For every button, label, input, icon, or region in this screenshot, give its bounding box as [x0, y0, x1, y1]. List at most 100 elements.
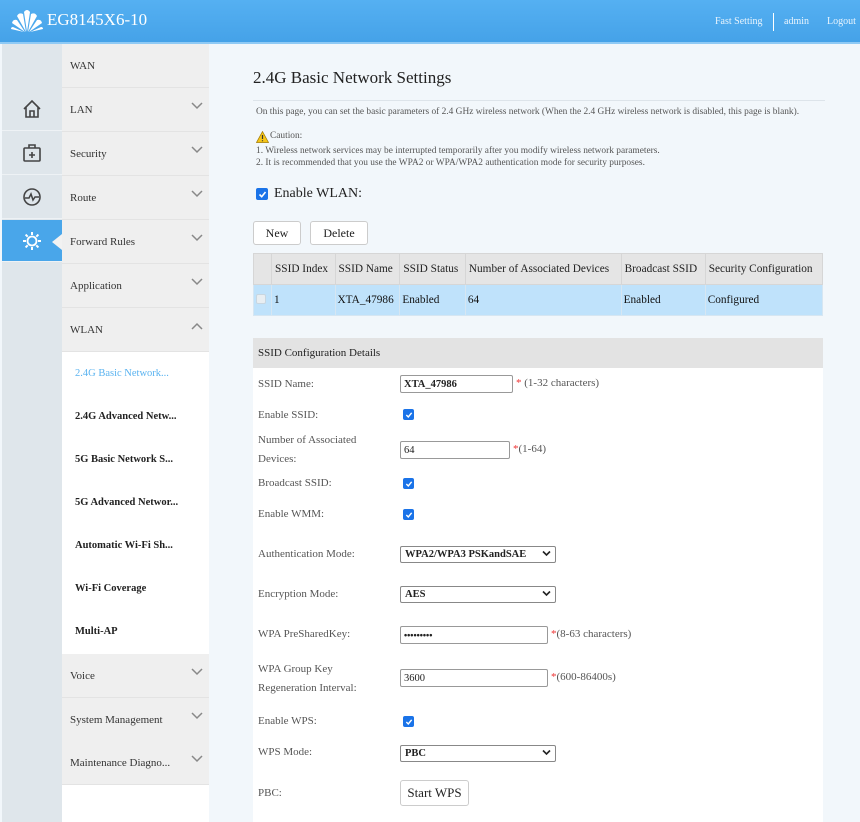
check-icon	[405, 511, 412, 518]
chevron-down-icon	[542, 550, 551, 557]
select-column-header	[253, 253, 272, 285]
menu-item-voice[interactable]: Voice	[62, 654, 209, 698]
admin-user-link[interactable]: admin	[784, 16, 809, 27]
page-title: 2.4G Basic Network Settings	[253, 68, 452, 87]
icon-sidebar	[2, 44, 62, 822]
chevron-down-icon	[191, 278, 203, 286]
selected-value: AES	[405, 589, 426, 600]
psk-hint: *(8-63 characters)	[551, 628, 632, 640]
submenu-multi-ap[interactable]: Multi-AP	[62, 610, 209, 653]
caution-note-1: 1. Wireless network services may be inte…	[256, 146, 660, 156]
table-cell: XTA_47986	[334, 284, 401, 316]
menu-item-lan[interactable]: LAN	[62, 88, 209, 132]
menu-sidebar: WAN LAN Security Route Forward Rules App…	[62, 44, 209, 822]
gear-icon	[23, 231, 41, 250]
menu-item-system-management[interactable]: System Management	[62, 698, 209, 742]
encryption-mode-label: Encryption Mode:	[258, 588, 339, 600]
monitor-nav[interactable]	[2, 176, 62, 219]
rekey-hint: *(600-86400s)	[551, 671, 616, 683]
wps-mode-label: WPS Mode:	[258, 746, 313, 758]
hint-text: (1-64)	[518, 443, 547, 455]
fast-setting-link[interactable]: Fast Setting	[715, 16, 763, 27]
table-cell: Enabled	[399, 284, 466, 316]
active-indicator	[52, 234, 62, 250]
menu-item-wan[interactable]: WAN	[62, 44, 209, 88]
chevron-down-icon	[191, 146, 203, 154]
table-cell: 64	[464, 284, 622, 316]
title-divider	[253, 100, 825, 101]
menu-label: Forward Rules	[70, 235, 136, 248]
chevron-down-icon	[542, 749, 551, 756]
check-icon	[405, 480, 412, 487]
label-line: Number of Associated	[258, 434, 357, 446]
hint-text: (1-32 characters)	[524, 377, 600, 389]
label-line: Devices:	[258, 453, 297, 465]
submenu-5g-advanced[interactable]: 5G Advanced Networ...	[62, 481, 209, 524]
menu-label: Security	[70, 147, 107, 160]
menu-item-wlan[interactable]: WLAN	[62, 308, 209, 352]
column-header: SSID Index	[271, 253, 336, 285]
rekey-input[interactable]: 3600	[400, 669, 548, 687]
caution-label: Caution:	[270, 131, 303, 142]
check-icon	[258, 190, 266, 198]
column-header: SSID Status	[399, 253, 466, 285]
check-icon	[405, 411, 412, 418]
broadcast-ssid-label: Broadcast SSID:	[258, 477, 332, 489]
monitor-icon	[23, 188, 41, 206]
table-cell: Enabled	[620, 284, 706, 316]
table-row[interactable]: 1 XTA_47986 Enabled 64 Enabled Configure…	[253, 284, 824, 316]
menu-label: Route	[70, 191, 97, 204]
chevron-down-icon	[191, 668, 203, 676]
enable-wlan-label: Enable WLAN:	[274, 186, 362, 201]
submenu-2g-basic[interactable]: 2.4G Basic Network...	[62, 352, 209, 395]
enable-wmm-checkbox[interactable]	[403, 509, 414, 520]
menu-item-maintenance[interactable]: Maintenance Diagno...	[62, 741, 209, 785]
submenu-auto-wifi[interactable]: Automatic Wi-Fi Sh...	[62, 524, 209, 567]
row-checkbox[interactable]	[256, 293, 266, 304]
new-button[interactable]: New	[253, 221, 301, 245]
submenu-wifi-coverage[interactable]: Wi-Fi Coverage	[62, 567, 209, 610]
broadcast-ssid-checkbox[interactable]	[403, 478, 414, 489]
submenu-2g-advanced[interactable]: 2.4G Advanced Netw...	[62, 395, 209, 438]
home-icon	[23, 99, 41, 118]
chevron-down-icon	[191, 755, 203, 763]
row-select-cell[interactable]	[253, 284, 272, 316]
menu-label: WLAN	[70, 323, 103, 336]
column-header: Number of Associated Devices	[464, 253, 622, 285]
warning-icon	[256, 131, 269, 143]
logout-link[interactable]: Logout	[827, 16, 856, 27]
column-header: SSID Name	[334, 253, 401, 285]
assoc-devices-input[interactable]: 64	[400, 441, 510, 459]
header-separator	[773, 13, 774, 31]
wps-mode-select[interactable]: PBC	[400, 745, 556, 762]
auth-mode-label: Authentication Mode:	[258, 548, 355, 560]
home-nav[interactable]	[2, 88, 62, 131]
enable-ssid-checkbox[interactable]	[403, 409, 414, 420]
enable-wlan-checkbox[interactable]	[256, 188, 268, 200]
menu-item-application[interactable]: Application	[62, 264, 209, 308]
menu-item-security[interactable]: Security	[62, 132, 209, 176]
start-wps-button[interactable]: Start WPS	[400, 780, 469, 806]
menu-label: WAN	[70, 59, 96, 72]
chevron-down-icon	[191, 712, 203, 720]
delete-button[interactable]: Delete	[310, 221, 368, 245]
enable-wps-checkbox[interactable]	[403, 716, 414, 727]
label-line: WPA Group Key	[258, 663, 333, 675]
chevron-down-icon	[191, 234, 203, 242]
pbc-label: PBC:	[258, 787, 282, 799]
selected-value: WPA2/WPA3 PSKandSAE	[405, 549, 527, 560]
menu-item-route[interactable]: Route	[62, 176, 209, 220]
menu-label: System Management	[70, 713, 163, 726]
chevron-down-icon	[191, 102, 203, 110]
table-cell: 1	[271, 284, 336, 316]
auth-mode-select[interactable]: WPA2/WPA3 PSKandSAE	[400, 546, 556, 563]
psk-input[interactable]	[400, 626, 548, 644]
submenu-5g-basic[interactable]: 5G Basic Network S...	[62, 438, 209, 481]
column-header: Security Configuration	[704, 253, 824, 285]
menu-item-forward-rules[interactable]: Forward Rules	[62, 220, 209, 264]
toolbox-nav[interactable]	[2, 132, 62, 175]
device-model-title: EG8145X6-10	[47, 10, 148, 29]
encryption-mode-select[interactable]: AES	[400, 586, 556, 603]
ssid-name-input[interactable]: XTA_47986	[400, 375, 513, 393]
table-header-row: SSID Index SSID Name SSID Status Number …	[253, 253, 824, 285]
